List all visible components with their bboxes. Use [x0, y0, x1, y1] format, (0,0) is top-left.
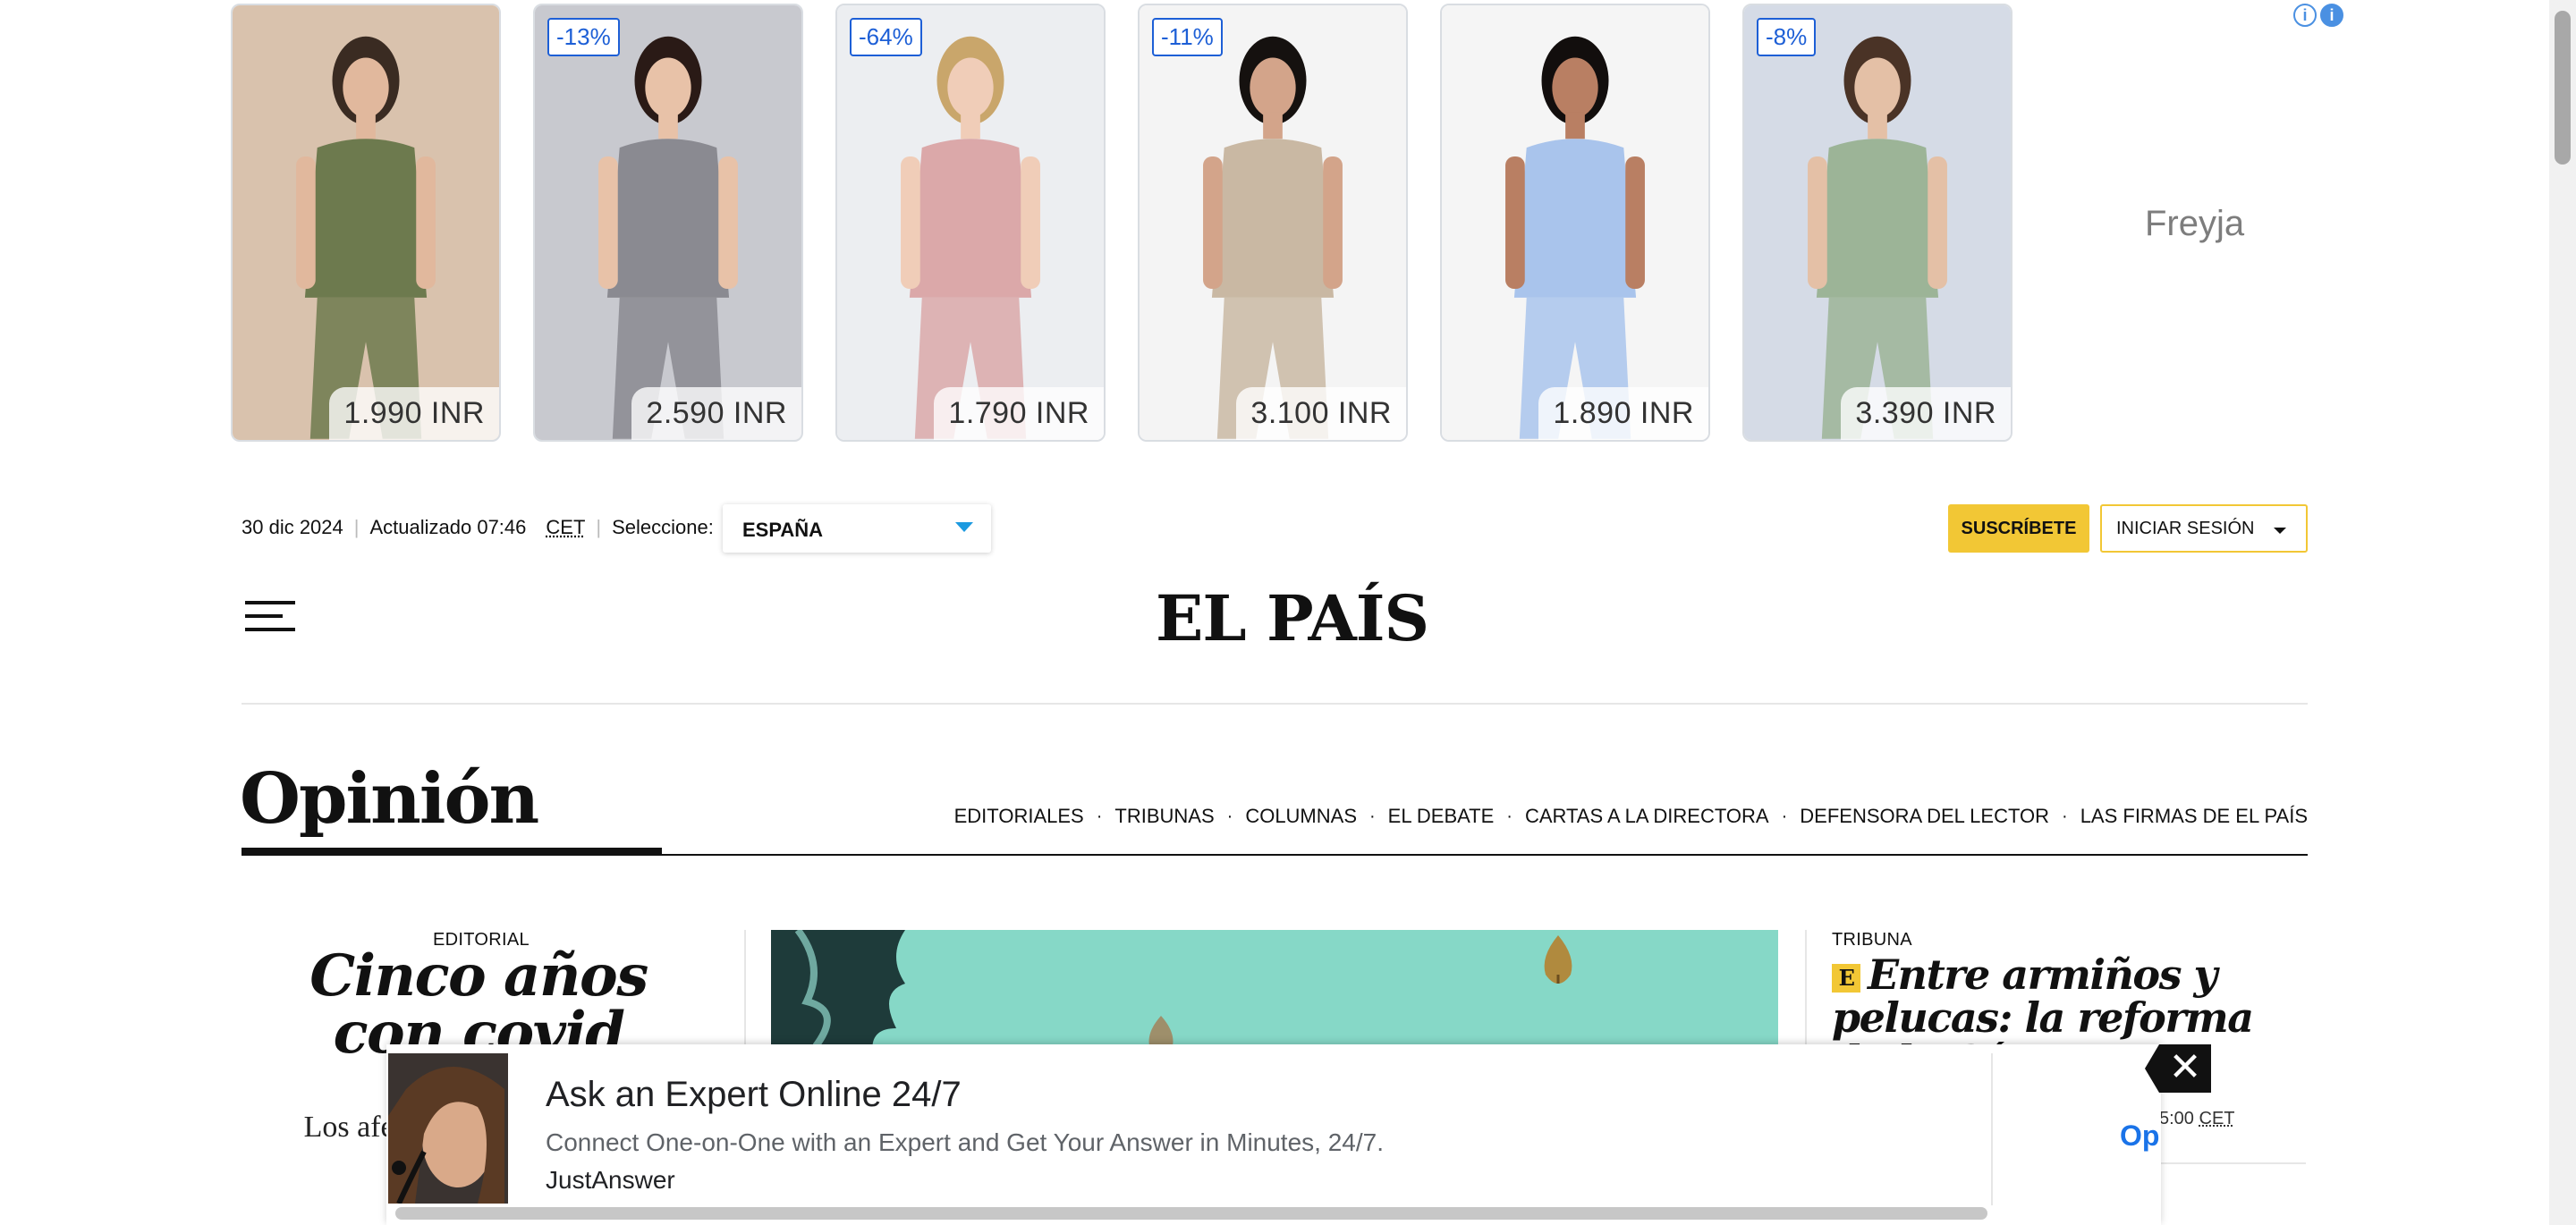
subnav-item[interactable]: EDITORIALES [954, 805, 1084, 828]
subnav-item[interactable]: CARTAS A LA DIRECTORA [1525, 805, 1769, 828]
nav-separator: · [1226, 806, 1233, 826]
discount-badge: -8% [1757, 18, 1817, 56]
product-price: 2.590 INR [631, 387, 801, 440]
nav-separator: · [2062, 806, 2068, 826]
site-logo[interactable]: EL PAÍS [1156, 581, 1429, 655]
section-title-bar [242, 848, 662, 855]
ad-thumbnail-art [388, 1053, 508, 1204]
product-image [1808, 36, 1947, 439]
hamburger-menu-icon[interactable] [245, 601, 295, 631]
publish-time: 5:00 [2159, 1109, 2194, 1128]
current-date: 30 dic 2024 [242, 516, 343, 538]
ad-title[interactable]: Ask an Expert Online 24/7 [546, 1075, 962, 1115]
ad-brand-name[interactable]: Freyja [2145, 204, 2244, 244]
ad-open-button[interactable]: Op [2120, 1119, 2159, 1153]
product-price: 3.390 INR [1841, 387, 2011, 440]
edition-select-label: Seleccione: [612, 516, 714, 538]
discount-badge: -11% [1152, 18, 1223, 56]
nav-separator: · [1096, 806, 1103, 826]
section-subnav: EDITORIALES · TRIBUNAS · COLUMNAS · EL DEBATE ·… [954, 805, 2308, 828]
right-article-kicker[interactable]: TRIBUNA [1832, 930, 1912, 950]
product-image [1203, 36, 1343, 439]
login-label: INICIAR SESIÓN [2116, 518, 2255, 538]
product-image [296, 36, 436, 439]
discount-badge: -64% [850, 18, 922, 56]
date-bar: 30 dic 2024 | Actualizado 07:46 CET | Se… [242, 501, 714, 554]
edition-select[interactable]: ESPAÑA [723, 504, 991, 553]
product-image [1505, 36, 1645, 439]
product-price: 1.890 INR [1538, 387, 1708, 440]
chevron-down-icon [2274, 528, 2286, 534]
subnav-item[interactable]: EL DEBATE [1388, 805, 1495, 828]
close-icon[interactable]: ✕ [2159, 1044, 2211, 1093]
product-image [901, 36, 1040, 439]
ad-advertiser: JustAnswer [546, 1166, 675, 1194]
timezone-abbr: CET [546, 516, 586, 538]
ad-divider [1991, 1053, 1993, 1205]
product-card[interactable]: -13% 2.590 INR [533, 4, 803, 442]
product-card[interactable]: 1.990 INR [231, 4, 501, 442]
separator: | [596, 516, 602, 538]
login-button[interactable]: INICIAR SESIÓN [2100, 504, 2308, 553]
bottom-sticky-ad[interactable]: Ask an Expert Online 24/7 Connect One-on… [386, 1044, 2161, 1225]
subnav-item[interactable]: DEFENSORA DEL LECTOR [1800, 805, 2049, 828]
scrollbar-thumb[interactable] [2555, 11, 2571, 165]
header-divider [242, 703, 2308, 705]
subscribe-button[interactable]: SUSCRÍBETE [1948, 504, 2089, 553]
product-card[interactable]: -8% 3.390 INR [1742, 4, 2012, 442]
subnav-item[interactable]: COLUMNAS [1245, 805, 1357, 828]
product-price: 3.100 INR [1236, 387, 1406, 440]
updated-time: Actualizado 07:46 [369, 516, 527, 538]
nav-separator: · [1781, 806, 1788, 826]
separator: | [353, 516, 360, 538]
product-card[interactable]: 1.890 INR [1440, 4, 1710, 442]
discount-badge: -13% [547, 18, 620, 56]
product-card[interactable]: -64% 1.790 INR [835, 4, 1106, 442]
ad-thumbnail-image[interactable] [388, 1053, 508, 1204]
page-scrollbar[interactable] [2549, 0, 2576, 1225]
info-icon[interactable]: i [2293, 4, 2317, 27]
chevron-down-icon [955, 522, 973, 532]
adchoices-icon[interactable]: i [2320, 4, 2343, 27]
ad-scrollbar[interactable] [395, 1207, 1987, 1220]
product-card[interactable]: -11% 3.100 INR [1138, 4, 1408, 442]
timezone-abbr: CET [2199, 1109, 2235, 1128]
subnav-item[interactable]: TRIBUNAS [1114, 805, 1214, 828]
ad-description: Connect One-on-One with an Expert and Ge… [546, 1128, 1384, 1156]
right-article-time: 5:00 CET [2159, 1109, 2235, 1129]
section-title[interactable]: Opinión [240, 758, 539, 840]
el-pais-e-badge: E [1832, 964, 1860, 993]
product-price: 1.790 INR [934, 387, 1104, 440]
ad-close-tab [2145, 1044, 2159, 1093]
edition-selected-value: ESPAÑA [742, 519, 824, 541]
product-price: 1.990 INR [329, 387, 499, 440]
subnav-item[interactable]: LAS FIRMAS DE EL PAÍS [2080, 805, 2308, 828]
product-image [598, 36, 738, 439]
nav-separator: · [1369, 806, 1376, 826]
nav-separator: · [1506, 806, 1513, 826]
